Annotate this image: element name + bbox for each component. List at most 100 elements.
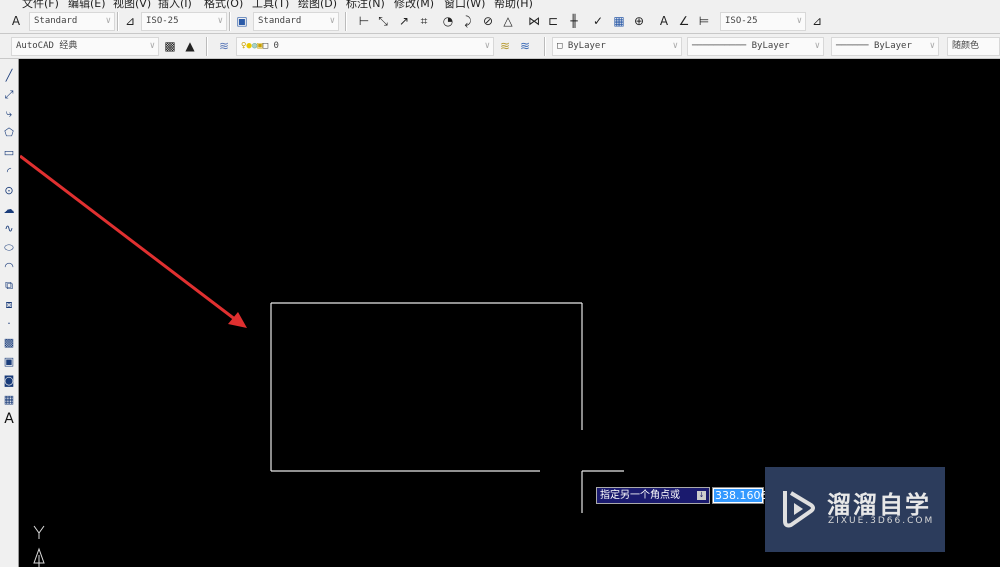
arc-length-icon[interactable]: ↗: [396, 13, 412, 29]
chevron-down-icon: ∨: [217, 16, 223, 26]
chevron-down-icon: ∨: [796, 16, 802, 26]
spline-icon[interactable]: ∿: [1, 221, 17, 237]
polygon-icon[interactable]: ⬠: [1, 125, 17, 141]
ordinate-dim-icon[interactable]: ⌗: [416, 13, 432, 29]
dynamic-input-value[interactable]: 338.1606: [712, 487, 768, 504]
dim-style-icon[interactable]: ⊿: [122, 13, 138, 29]
layer-color-icon: □: [262, 41, 269, 51]
dim-style-select-2[interactable]: ISO-25 ∨: [720, 12, 806, 31]
insert-block-icon[interactable]: ⧉: [1, 278, 17, 294]
menu-view[interactable]: 视图(V): [113, 0, 151, 9]
prompt-text: 指定另一个角点或: [600, 490, 680, 501]
multiline-text-icon[interactable]: A: [1, 411, 17, 427]
center-mark-icon[interactable]: ⊕: [631, 13, 647, 29]
separator: [206, 37, 208, 56]
menu-file[interactable]: 文件(F): [22, 0, 59, 9]
dim-edit-icon[interactable]: A: [656, 13, 672, 29]
chevron-down-icon: ∨: [672, 41, 678, 51]
plot-style-value: 随颜色: [952, 41, 980, 51]
gradient-icon[interactable]: ▣: [1, 354, 17, 370]
circle-icon[interactable]: ⊙: [1, 183, 17, 199]
ellipse-icon[interactable]: ⬭: [1, 240, 17, 256]
point-icon[interactable]: ·: [1, 316, 17, 332]
diameter-dim-icon[interactable]: ⊘: [480, 13, 496, 29]
polyline-icon[interactable]: ⤷: [1, 106, 17, 122]
color-value: ByLayer: [567, 41, 606, 51]
chevron-down-icon: ∨: [105, 16, 111, 26]
layers-toolbar: AutoCAD 经典 ∨ ▩ ▲ ≋ ♀●◍▣□ 0 ∨ ≋ ≋ □ ByLayer…: [0, 34, 1000, 59]
plot-style-select[interactable]: 随颜色: [947, 37, 1000, 56]
linetype-select[interactable]: ────────── ByLayer ∨: [687, 37, 824, 56]
continue-dim-icon[interactable]: ╫: [566, 13, 582, 29]
menu-edit[interactable]: 编辑(E): [68, 0, 106, 9]
dim-style-value: ISO-25: [146, 16, 179, 26]
workspace-settings-icon[interactable]: ▩: [162, 38, 178, 54]
menu-tools[interactable]: 工具(T): [252, 0, 289, 9]
save-workspace-icon[interactable]: ▲: [182, 38, 198, 54]
watermark: 溜溜自学 ZIXUE.3D66.COM: [765, 467, 945, 552]
table-style-value: Standard: [258, 16, 302, 26]
lineweight-value: ByLayer: [873, 41, 912, 51]
text-style-select[interactable]: Standard ∨: [29, 12, 115, 31]
watermark-title: 溜溜自学: [827, 491, 931, 519]
lineweight-preview: ──────: [836, 41, 869, 51]
radius-dim-icon[interactable]: ◔: [440, 13, 456, 29]
play-logo-icon: [783, 491, 815, 528]
baseline-dim-icon[interactable]: ⊏: [545, 13, 561, 29]
table-style-icon[interactable]: ▣: [234, 13, 250, 29]
value-text: 338.1606: [714, 489, 768, 502]
angular-dim-icon[interactable]: △: [500, 13, 516, 29]
down-arrow-icon[interactable]: ↓: [697, 491, 706, 500]
workspace-select[interactable]: AutoCAD 经典 ∨: [11, 37, 159, 56]
menu-draw[interactable]: 绘图(D): [298, 0, 337, 9]
arc-icon[interactable]: ◜: [1, 164, 17, 180]
jogged-dim-icon[interactable]: ⤸: [460, 13, 476, 29]
menu-bar: 文件(F) 编辑(E) 视图(V) 插入(I) 格式(O) 工具(T) 绘图(D…: [0, 0, 1000, 9]
chevron-down-icon: ∨: [814, 41, 820, 51]
menu-dimension[interactable]: 标注(N): [346, 0, 385, 9]
layer-select[interactable]: ♀●◍▣□ 0 ∨: [236, 37, 494, 56]
color-select[interactable]: □ ByLayer ∨: [552, 37, 682, 56]
layer-value: 0: [273, 41, 279, 51]
lineweight-select[interactable]: ────── ByLayer ∨: [831, 37, 939, 56]
tolerance-icon[interactable]: ✓: [590, 13, 606, 29]
draw-toolbar: ╱ ⤢ ⤷ ⬠ ▭ ◜ ⊙ ☁ ∿ ⬭ ◠ ⧉ ⧈ · ▩ ▣ ◙ ▦ A: [0, 59, 19, 567]
aligned-dim-icon[interactable]: ⤡: [375, 13, 391, 29]
menu-window[interactable]: 窗口(W): [444, 0, 485, 9]
line-icon[interactable]: ╱: [1, 68, 17, 84]
chevron-down-icon: ∨: [484, 41, 490, 51]
linear-dim-icon[interactable]: ⊢: [356, 13, 372, 29]
red-arrow: [20, 154, 247, 328]
chevron-down-icon: ∨: [929, 41, 935, 51]
menu-modify[interactable]: 修改(M): [394, 0, 434, 9]
linetype-value: ByLayer: [751, 41, 790, 51]
quick-dim-icon[interactable]: ⋈: [526, 13, 542, 29]
ellipse-arc-icon[interactable]: ◠: [1, 259, 17, 275]
table-style-select[interactable]: Standard ∨: [253, 12, 339, 31]
dim-style-manager-icon[interactable]: ⊿: [809, 13, 825, 29]
table-icon[interactable]: ▦: [1, 392, 17, 408]
make-current-layer-icon[interactable]: ≋: [497, 38, 513, 54]
workspace-value: AutoCAD 经典: [16, 41, 78, 51]
layer-previous-icon[interactable]: ≋: [517, 38, 533, 54]
dim-style-select[interactable]: ISO-25 ∨: [141, 12, 227, 31]
dynamic-input-prompt: 指定另一个角点或 ↓: [596, 487, 710, 504]
menu-format[interactable]: 格式(O): [204, 0, 243, 9]
layer-manager-icon[interactable]: ≋: [216, 38, 232, 54]
make-block-icon[interactable]: ⧈: [1, 297, 17, 313]
dim-text-edit-icon[interactable]: ∠: [676, 13, 692, 29]
separator: [117, 12, 119, 31]
menu-help[interactable]: 帮助(H): [494, 0, 533, 9]
region-icon[interactable]: ◙: [1, 373, 17, 389]
text-style-value: Standard: [34, 16, 78, 26]
rectangle-icon[interactable]: ▭: [1, 145, 17, 161]
dim-update-icon[interactable]: ⊨: [696, 13, 712, 29]
menu-insert[interactable]: 插入(I): [158, 0, 192, 9]
construction-line-icon[interactable]: ⤢: [1, 87, 17, 103]
styles-toolbar: A Standard ∨ ⊿ ISO-25 ∨ ▣ Standard ∨ ⊢ ⤡ ↗ …: [0, 9, 1000, 34]
tolerance-frame-icon[interactable]: ▦: [611, 13, 627, 29]
hatch-icon[interactable]: ▩: [1, 335, 17, 351]
chevron-down-icon: ∨: [329, 16, 335, 26]
revision-cloud-icon[interactable]: ☁: [1, 202, 17, 218]
text-style-icon[interactable]: A: [8, 13, 24, 29]
